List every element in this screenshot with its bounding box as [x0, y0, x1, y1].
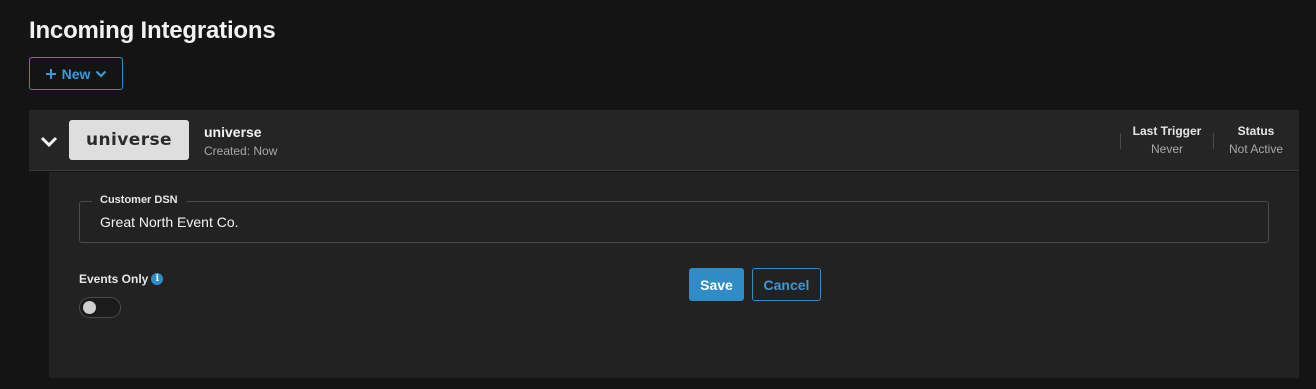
divider	[1213, 133, 1214, 149]
events-only-label: Events Only	[79, 272, 149, 286]
status: Status Not Active	[1222, 124, 1290, 156]
integration-card: universe universe Created: Now Last Trig…	[29, 110, 1299, 378]
chevron-down-icon[interactable]	[40, 135, 58, 154]
plus-icon	[45, 68, 57, 80]
new-button-label: New	[61, 65, 91, 82]
integration-logo: universe	[69, 120, 189, 160]
new-button[interactable]: New	[29, 57, 123, 90]
info-icon[interactable]: i	[151, 273, 164, 285]
last-trigger: Last Trigger Never	[1129, 124, 1205, 156]
save-button[interactable]: Save	[689, 268, 744, 301]
integration-name: universe	[204, 124, 262, 140]
customer-dsn-input[interactable]	[100, 214, 1250, 230]
page: Incoming Integrations New universe unive…	[0, 0, 1316, 389]
logo-text: universe	[86, 130, 172, 150]
page-title: Incoming Integrations	[29, 17, 276, 44]
last-trigger-label: Last Trigger	[1132, 124, 1202, 138]
created-text: Created: Now	[204, 144, 278, 158]
divider	[1120, 133, 1121, 149]
customer-dsn-field[interactable]: Customer DSN	[79, 194, 1269, 243]
customer-dsn-label: Customer DSN	[92, 194, 186, 206]
toggle-knob	[83, 301, 96, 314]
status-label: Status	[1237, 124, 1275, 138]
events-only-label-row: Events Only i	[79, 272, 164, 286]
integration-body: Customer DSN Events Only i Save Cancel	[49, 172, 1299, 378]
status-value: Not Active	[1228, 142, 1284, 156]
cancel-button[interactable]: Cancel	[752, 268, 821, 301]
chevron-down-icon	[95, 69, 107, 79]
integration-header[interactable]: universe universe Created: Now Last Trig…	[29, 110, 1299, 171]
events-only-toggle[interactable]	[79, 297, 121, 318]
last-trigger-value: Never	[1150, 142, 1183, 156]
